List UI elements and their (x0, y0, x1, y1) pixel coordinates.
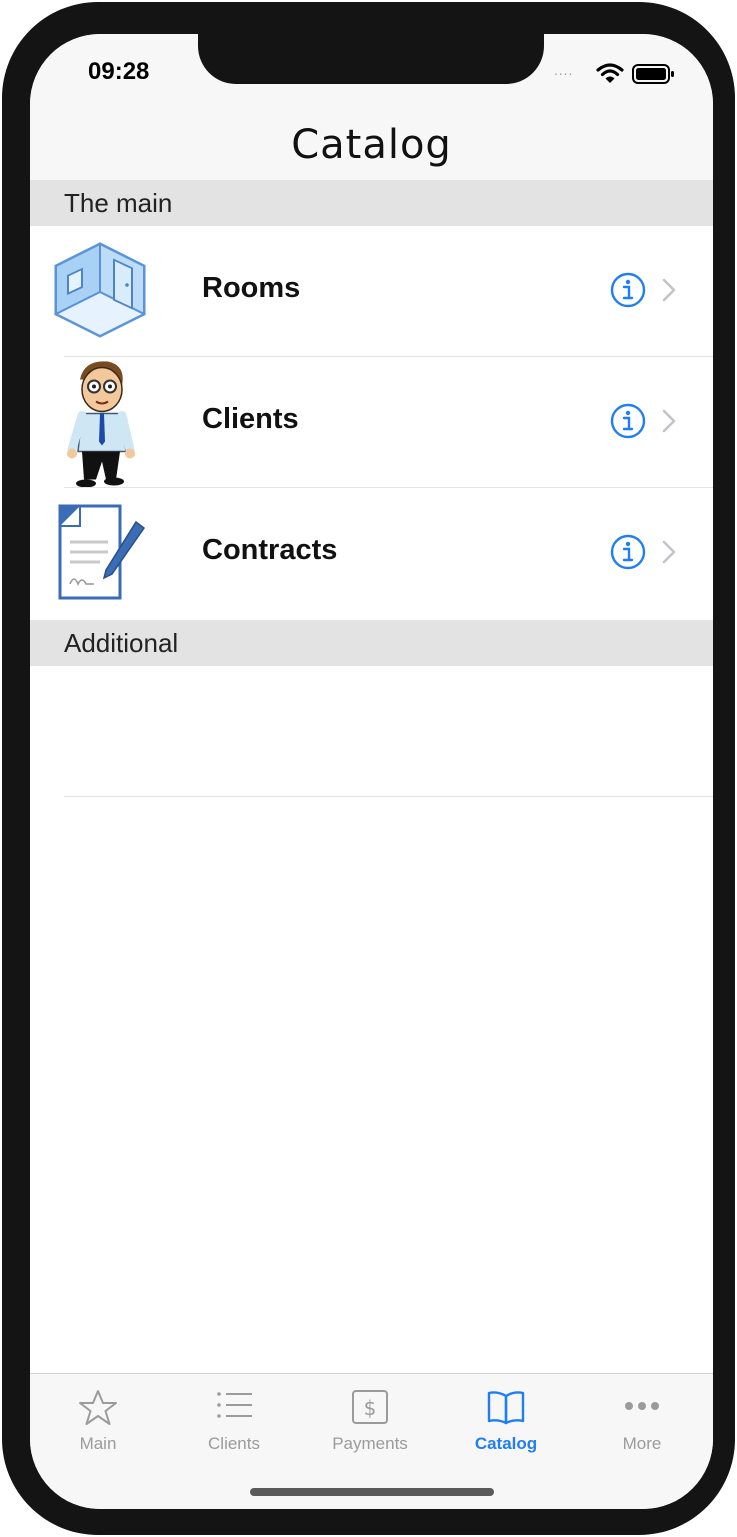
dollar-square-icon: $ (352, 1390, 388, 1424)
room-icon (53, 242, 147, 338)
wifi-icon (596, 63, 624, 83)
star-icon (79, 1390, 117, 1425)
section-header-additional: Additional (30, 620, 713, 666)
info-circle-icon[interactable] (610, 403, 646, 439)
catalog-row-contracts[interactable]: Contracts (30, 488, 713, 619)
svg-text:$: $ (364, 1396, 377, 1420)
info-circle-icon[interactable] (610, 534, 646, 570)
tab-label: Catalog (474, 1434, 538, 1453)
tab-payments[interactable]: $ Payments (302, 1374, 438, 1464)
chevron-right-icon (662, 540, 676, 564)
tab-main[interactable]: Main (30, 1374, 166, 1464)
tab-clients[interactable]: Clients (166, 1374, 302, 1464)
battery-icon (632, 64, 674, 84)
section-header-label: Additional (64, 628, 179, 658)
empty-row (30, 666, 713, 797)
section-header-main: The main (30, 180, 713, 226)
catalog-row-clients[interactable]: Clients (30, 357, 713, 488)
tab-catalog[interactable]: Catalog (438, 1374, 574, 1464)
home-indicator[interactable] (250, 1488, 494, 1496)
tab-bar: Main Clients $ Payments Catalog More (30, 1373, 713, 1509)
tab-label: More (622, 1434, 662, 1453)
row-label: Contracts (202, 534, 338, 566)
phone-frame: 09:28 .... Catalog The main Rooms Client… (2, 2, 735, 1535)
chevron-right-icon (662, 409, 676, 433)
catalog-row-rooms[interactable]: Rooms (30, 226, 713, 357)
section-header-label: The main (64, 188, 173, 218)
row-separator (64, 796, 713, 797)
signal-icon: .... (554, 64, 574, 78)
book-icon (487, 1391, 525, 1425)
tab-label: Payments (332, 1434, 408, 1453)
tab-more[interactable]: More (574, 1374, 710, 1464)
chevron-right-icon (662, 278, 676, 302)
tab-label: Clients (208, 1434, 260, 1453)
notch (198, 34, 544, 84)
navigation-bar: Catalog (30, 122, 713, 181)
contract-document-icon (58, 504, 146, 600)
info-circle-icon[interactable] (610, 272, 646, 308)
screen: 09:28 .... Catalog The main Rooms Client… (30, 34, 713, 1509)
more-dots-icon (625, 1402, 659, 1410)
client-person-icon (67, 361, 135, 488)
list-icon (217, 1392, 252, 1418)
page-title: Catalog (291, 122, 452, 168)
tab-label: Main (79, 1434, 117, 1453)
row-label: Rooms (202, 272, 301, 304)
status-time: 09:28 (88, 58, 150, 85)
row-label: Clients (202, 403, 299, 435)
